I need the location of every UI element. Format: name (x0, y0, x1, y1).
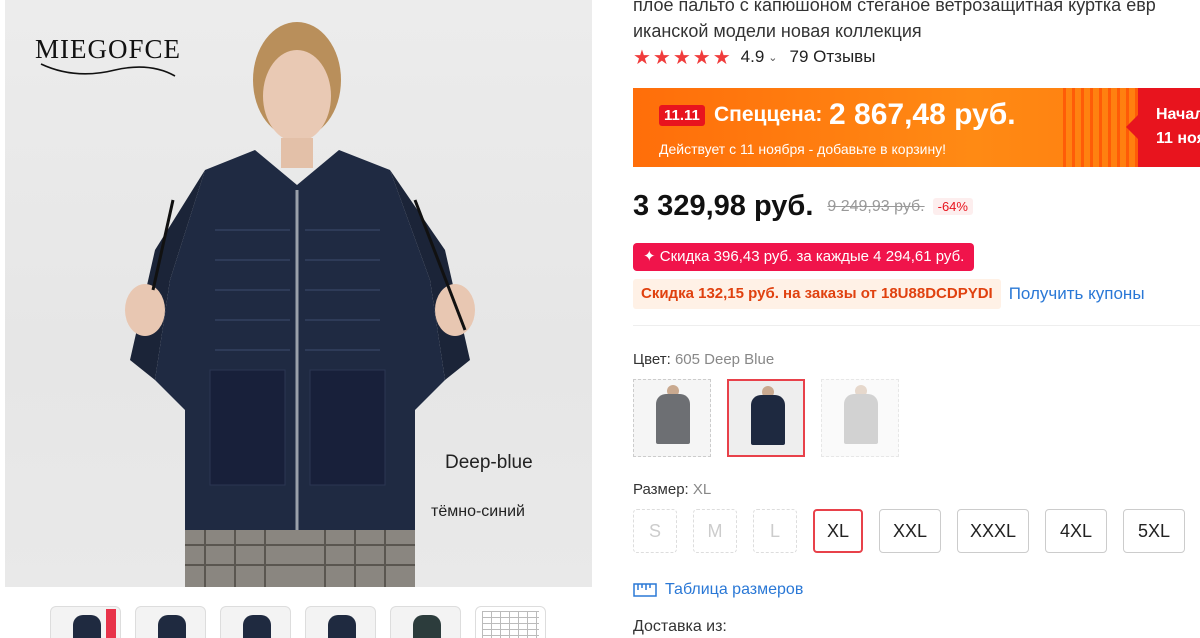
color-selected-value: 605 Deep Blue (674, 351, 775, 368)
bulk-discount-coupon[interactable]: ✦ Скидка 396,43 руб. за каждые 4 294,61 … (633, 243, 975, 271)
promo-price: 2 867,48 руб. (829, 98, 1016, 131)
size-options: S M L XL XXL XXXL 4XL 5XL (633, 509, 1185, 553)
promo-label: Спеццена: (714, 103, 823, 126)
thumbnail-4[interactable] (305, 606, 376, 638)
old-price: 9 249,93 руб. (827, 197, 925, 215)
discount-badge: -64% (932, 198, 973, 215)
size-table-label: Таблица размеров (665, 581, 804, 598)
thumbnail-2[interactable] (135, 606, 206, 638)
size-option-xxl[interactable]: XXL (879, 509, 941, 553)
rating-value[interactable]: 4.9 (741, 47, 765, 67)
thumbnail-3[interactable] (220, 606, 291, 638)
size-label: Размер: XL (633, 481, 711, 498)
store-coupon[interactable]: Скидка 132,15 руб. на заказы от 18U88DCD… (633, 279, 1001, 309)
sale-badge: 11.11 (659, 105, 705, 126)
promo-start-panel: Начало 11 ноя (1138, 88, 1200, 167)
product-page: MIEGOFCE Deep-blue тёмно-синий плое паль… (0, 0, 1200, 638)
color-label-text: Цвет: (633, 351, 671, 368)
color-label: Цвет: 605 Deep Blue (633, 351, 774, 368)
size-option-s[interactable]: S (633, 509, 677, 553)
coupon-row: Скидка 132,15 руб. на заказы от 18U88DCD… (633, 279, 1145, 309)
get-coupons-link[interactable]: Получить купоны (1009, 284, 1145, 304)
price-row: 3 329,98 руб. 9 249,93 руб. -64% (633, 190, 973, 223)
chevron-down-icon[interactable]: ⌄ (768, 51, 777, 64)
thumbnail-1[interactable] (50, 606, 121, 638)
brand-name: MIEGOFCE (35, 34, 182, 64)
promo-note: Действует с 11 ноября - добавьте в корзи… (659, 141, 947, 157)
size-option-5xl[interactable]: 5XL (1123, 509, 1185, 553)
reviews-link[interactable]: 79 Отзывы (790, 47, 876, 67)
size-table-link[interactable]: Таблица размеров (633, 581, 803, 599)
ruler-icon (633, 583, 657, 597)
color-swatches (633, 379, 899, 457)
promo-banner: 11.11 Спеццена: 2 867,48 руб. Действует … (633, 88, 1200, 167)
main-product-image[interactable]: MIEGOFCE Deep-blue тёмно-синий (5, 0, 592, 587)
promo-side-arrow (1126, 115, 1138, 139)
color-swatch-deep-blue[interactable] (727, 379, 805, 457)
thumbnail-size-chart[interactable] (475, 606, 546, 638)
size-selected-value: XL (692, 481, 712, 498)
photo-color-label-en: Deep-blue (445, 452, 533, 473)
current-price: 3 329,98 руб. (633, 190, 814, 222)
delivery-label: Доставка из: (633, 618, 727, 635)
size-option-l[interactable]: L (753, 509, 797, 553)
size-option-4xl[interactable]: 4XL (1045, 509, 1107, 553)
thumbnail-5[interactable] (390, 606, 461, 638)
thumbnail-strip (50, 606, 546, 638)
size-label-text: Размер: (633, 481, 689, 498)
photo-color-label-ru: тёмно-синий (431, 503, 525, 520)
brand-logo: MIEGOFCE (35, 30, 185, 80)
color-swatch-light-gray[interactable] (821, 379, 899, 457)
size-option-xl[interactable]: XL (813, 509, 863, 553)
size-option-m[interactable]: M (693, 509, 737, 553)
model-illustration (125, 22, 475, 587)
promo-start-label: Начало (1156, 106, 1200, 123)
star-rating-icon: ★★★★★ (633, 46, 733, 69)
color-swatch-gray[interactable] (633, 379, 711, 457)
product-title-line-1: плое пальто с капюшоном стеганое ветроза… (633, 0, 1156, 15)
divider (633, 325, 1200, 326)
product-title: плое пальто с капюшоном стеганое ветроза… (633, 0, 1200, 44)
size-option-xxxl[interactable]: XXXL (957, 509, 1029, 553)
rating-summary: ★★★★★ 4.9 ⌄ 79 Отзывы (633, 45, 875, 69)
product-title-line-2: иканской модели новая коллекция (633, 21, 922, 41)
promo-start-date: 11 ноя (1156, 130, 1200, 147)
